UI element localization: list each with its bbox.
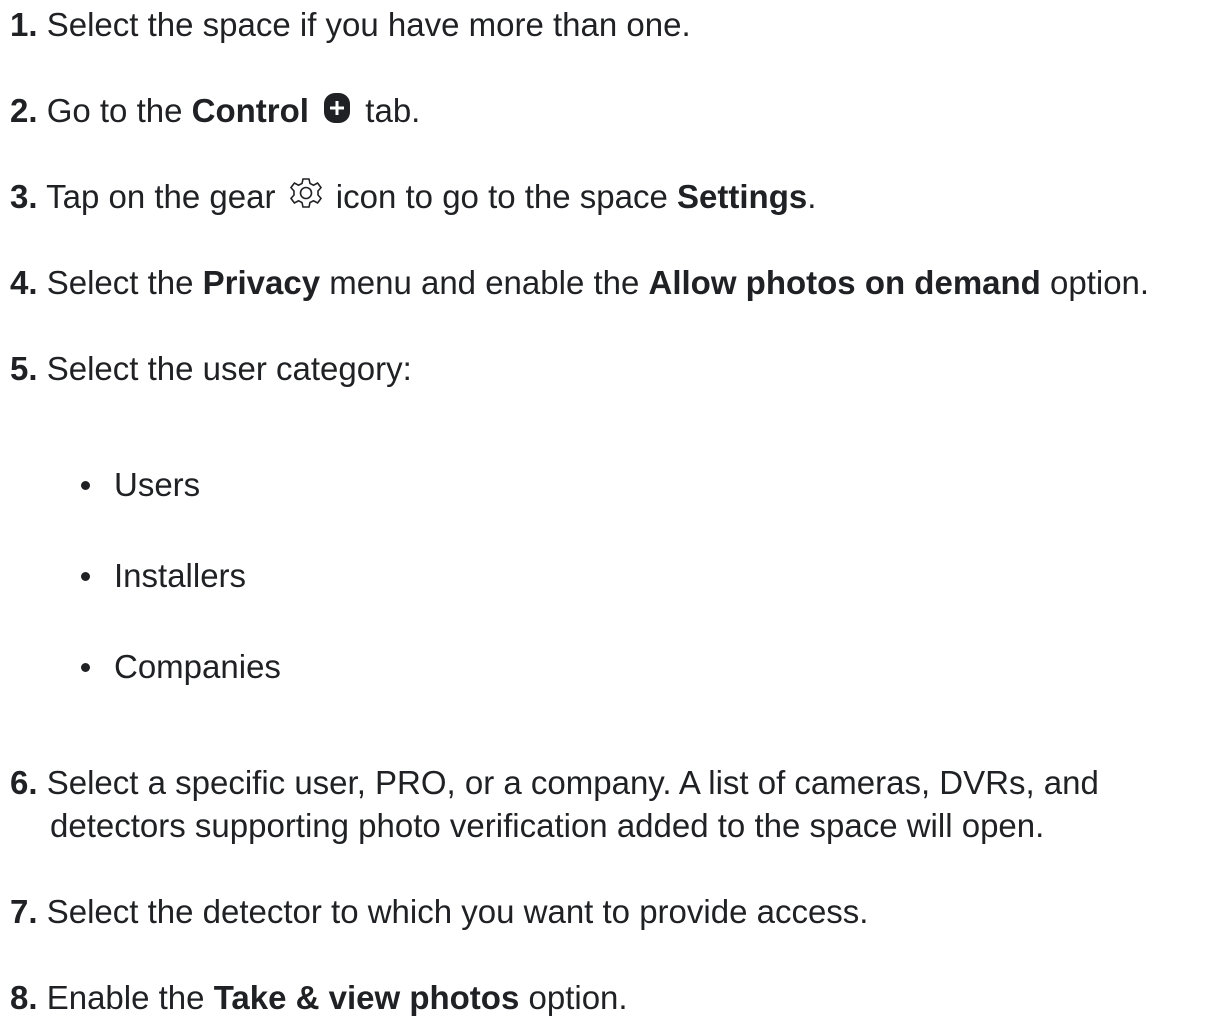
step-text: Enable the: [46, 979, 205, 1016]
step-number: 8.: [10, 979, 38, 1016]
step-2: 2. Go to the Control tab.: [10, 90, 1210, 135]
step-7: 7. Select the detector to which you want…: [10, 891, 1210, 934]
step-number: 2.: [10, 92, 38, 129]
step-number: 3.: [10, 178, 38, 215]
step-number: 4.: [10, 264, 38, 301]
step-text: Select the user category:: [46, 350, 412, 387]
gear-icon: [289, 176, 323, 221]
control-plus-icon: [322, 92, 352, 135]
step-text: Select a specific user, PRO, or a compan…: [46, 764, 1099, 801]
step-text: .: [807, 178, 817, 215]
list-item: Installers: [81, 555, 247, 598]
list-item-label: Companies: [114, 648, 281, 685]
step-number: 6.: [10, 764, 38, 801]
bullet-icon: [81, 663, 90, 672]
step-number: 1.: [10, 6, 38, 43]
step-3: 3. Tap on the gear icon to go to the spa…: [10, 176, 1210, 221]
bullet-icon: [81, 572, 90, 581]
take-view-photos-label: Take & view photos: [213, 979, 520, 1016]
step-text: Tap on the gear: [46, 178, 276, 215]
settings-label: Settings: [677, 178, 808, 215]
list-item: Companies: [81, 646, 281, 689]
control-tab-label: Control: [191, 92, 309, 129]
step-text: tab.: [365, 92, 421, 129]
step-text: icon to go to the space: [335, 178, 668, 215]
step-1: 1. Select the space if you have more tha…: [10, 4, 1210, 47]
bullet-icon: [81, 481, 90, 490]
step-8: 8. Enable the Take & view photos option.: [10, 977, 1210, 1020]
step-text: Go to the: [46, 92, 183, 129]
step-text-continued: detectors supporting photo verification …: [50, 806, 1045, 844]
step-text: option.: [1050, 264, 1150, 301]
privacy-label: Privacy: [202, 264, 321, 301]
step-text: Select the space if you have more than o…: [46, 6, 691, 43]
list-item-label: Installers: [114, 557, 247, 594]
step-text: option.: [528, 979, 628, 1016]
step-text: Select the detector to which you want to…: [46, 893, 869, 930]
step-5: 5. Select the user category:: [10, 348, 1210, 391]
step-text: Select the: [46, 264, 194, 301]
step-4: 4. Select the Privacy menu and enable th…: [10, 262, 1210, 305]
step-number: 5.: [10, 350, 38, 387]
list-item-label: Users: [114, 466, 201, 503]
step-number: 7.: [10, 893, 38, 930]
list-item: Users: [81, 464, 201, 507]
step-text: menu and enable the: [329, 264, 640, 301]
allow-photos-label: Allow photos on demand: [648, 264, 1041, 301]
step-6: 6. Select a specific user, PRO, or a com…: [10, 762, 1210, 848]
